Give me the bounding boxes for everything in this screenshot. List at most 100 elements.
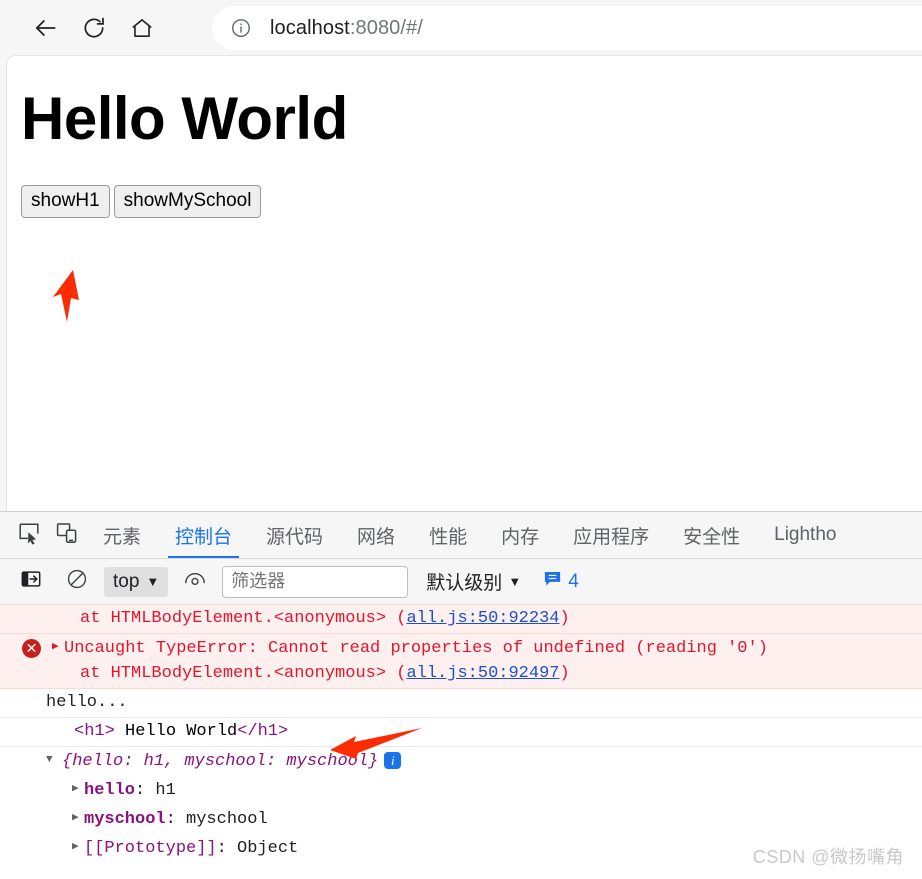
console-log-text: hello... xyxy=(46,692,128,712)
javascript-context-select[interactable]: top ▼ xyxy=(104,566,169,597)
console-filter-input[interactable] xyxy=(222,565,409,598)
inspect-cursor-icon xyxy=(17,521,41,550)
clear-console-icon xyxy=(66,568,88,595)
tab-lighthouse-label: Lightho xyxy=(774,524,837,545)
console-sidebar-toggle-button[interactable] xyxy=(12,563,50,601)
tab-console[interactable]: 控制台 xyxy=(158,512,249,558)
console-row-error[interactable]: ✕ ▶ Uncaught TypeError: Cannot read prope… xyxy=(0,633,922,689)
log-level-select[interactable]: 默认级别 ▼ xyxy=(426,568,521,595)
property-value: Object xyxy=(237,838,299,858)
log-level-value: 默认级别 xyxy=(426,573,503,594)
console-row-error-clipped[interactable]: ✕ ▶Uncaught TypeError: Cannot read prope… xyxy=(0,605,922,634)
reload-icon xyxy=(81,15,107,41)
address-bar[interactable]: localhost:8080/#/ xyxy=(212,6,922,50)
object-summary: {hello: h1, myschool: myschool} xyxy=(62,751,379,771)
browser-toolbar: localhost:8080/#/ xyxy=(0,0,922,55)
device-toolbar-button[interactable] xyxy=(48,516,86,554)
watermark: CSDN @微扬嘴角 xyxy=(752,847,904,867)
tab-performance-label: 性能 xyxy=(429,526,468,548)
html-open-tag: <h1> xyxy=(74,721,115,741)
clear-console-button[interactable] xyxy=(58,563,96,601)
property-key: myschool xyxy=(84,809,166,829)
tab-elements[interactable]: 元素 xyxy=(86,512,158,558)
stack-prefix: at HTMLBodyElement.<anonymous> ( xyxy=(80,663,407,683)
console-output[interactable]: ✕ ▶Uncaught TypeError: Cannot read prope… xyxy=(0,605,922,879)
site-info-icon[interactable] xyxy=(230,17,252,39)
browser-window: localhost:8080/#/ Hello World showH1 sho… xyxy=(0,0,922,879)
show-h1-button[interactable]: showH1 xyxy=(21,185,110,218)
address-bar-url: localhost:8080/#/ xyxy=(270,17,423,40)
expand-triangle-icon[interactable]: ▶ xyxy=(72,806,84,831)
tab-security-label: 安全性 xyxy=(683,526,741,548)
console-row-object[interactable]: ▼ {hello: h1, myschool: myschool} i xyxy=(0,747,922,776)
tab-memory[interactable]: 内存 xyxy=(484,512,556,558)
console-toolbar: top ▼ 默认级别 ▼ xyxy=(0,559,922,605)
eye-icon xyxy=(183,568,207,595)
source-link[interactable]: all.js:50:92497 xyxy=(406,664,559,683)
tab-elements-label: 元素 xyxy=(103,526,142,548)
show-my-school-button[interactable]: showMySchool xyxy=(113,185,262,218)
error-icon: ✕ xyxy=(22,638,41,658)
tab-performance[interactable]: 性能 xyxy=(412,512,484,558)
console-row-html[interactable]: <h1> Hello World</h1> xyxy=(0,718,922,747)
console-error-stackline: at HTMLBodyElement.<anonymous> (all.js:5… xyxy=(0,606,922,631)
tab-application-label: 应用程序 xyxy=(573,526,650,548)
tab-security[interactable]: 安全性 xyxy=(666,512,757,558)
home-button[interactable] xyxy=(122,8,162,48)
devtools-panel: 元素 控制台 源代码 网络 性能 内存 应用程序 安全性 Lightho top… xyxy=(0,511,922,879)
annotation-arrow-up-icon xyxy=(47,270,93,322)
tab-sources[interactable]: 源代码 xyxy=(249,512,340,558)
live-expression-button[interactable] xyxy=(176,563,214,601)
property-colon: : xyxy=(165,809,187,829)
stack-prefix: at HTMLBodyElement.<anonymous> ( xyxy=(80,608,407,628)
page-viewport: Hello World showH1 showMySchool xyxy=(6,55,922,511)
tab-console-label: 控制台 xyxy=(175,526,233,548)
url-host: localhost xyxy=(270,16,350,39)
message-count-badge[interactable]: 4 xyxy=(543,569,579,594)
chevron-down-icon: ▼ xyxy=(508,574,522,589)
html-close-tag: </h1> xyxy=(237,721,289,741)
expand-triangle-icon[interactable]: ▶ xyxy=(72,777,84,802)
property-colon: : xyxy=(135,780,156,800)
inspect-element-button[interactable] xyxy=(10,516,48,554)
chevron-down-icon: ▼ xyxy=(146,574,160,589)
device-toolbar-icon xyxy=(55,521,79,550)
property-colon: : xyxy=(216,838,238,858)
tab-network[interactable]: 网络 xyxy=(340,512,412,558)
tab-memory-label: 内存 xyxy=(501,526,540,548)
devtools-tabbar: 元素 控制台 源代码 网络 性能 内存 应用程序 安全性 Lightho xyxy=(0,512,922,559)
sidebar-toggle-icon xyxy=(20,568,42,595)
object-property-row[interactable]: ▶ myschool: myschool xyxy=(0,805,922,834)
collapse-triangle-icon[interactable]: ▼ xyxy=(46,748,58,773)
speech-bubble-icon xyxy=(543,569,562,594)
console-error-message: ▶Uncaught TypeError: Cannot read propert… xyxy=(0,635,922,661)
source-link[interactable]: all.js:50:92234 xyxy=(406,609,559,628)
tab-network-label: 网络 xyxy=(357,526,396,548)
tab-lighthouse[interactable]: Lightho xyxy=(757,512,853,558)
expand-triangle-icon[interactable]: ▶ xyxy=(52,635,64,660)
message-count-value: 4 xyxy=(568,570,579,592)
console-error-text: Uncaught TypeError: Cannot read properti… xyxy=(64,638,768,658)
property-value: myschool xyxy=(186,809,268,829)
context-value: top xyxy=(113,570,140,592)
back-arrow-icon xyxy=(33,15,59,41)
page-title: Hello World xyxy=(21,85,348,152)
page-button-row: showH1 showMySchool xyxy=(21,185,262,218)
reload-button[interactable] xyxy=(74,8,114,48)
property-key: [[Prototype]] xyxy=(84,838,217,858)
property-key: hello xyxy=(84,780,136,800)
tab-sources-label: 源代码 xyxy=(266,526,324,548)
stack-suffix: ) xyxy=(559,663,570,683)
tab-application[interactable]: 应用程序 xyxy=(556,512,666,558)
console-row-log[interactable]: hello... xyxy=(0,689,922,718)
stack-suffix: ) xyxy=(559,608,570,628)
object-property-row[interactable]: ▶ hello: h1 xyxy=(0,776,922,805)
console-error-stackline: at HTMLBodyElement.<anonymous> (all.js:5… xyxy=(0,661,922,686)
back-button[interactable] xyxy=(26,8,66,48)
html-inner-text: Hello World xyxy=(114,721,238,741)
object-info-icon[interactable]: i xyxy=(384,751,402,769)
url-path: :8080/#/ xyxy=(349,16,423,39)
home-icon xyxy=(129,15,155,41)
property-value: h1 xyxy=(155,780,176,800)
expand-triangle-icon[interactable]: ▶ xyxy=(72,835,84,860)
